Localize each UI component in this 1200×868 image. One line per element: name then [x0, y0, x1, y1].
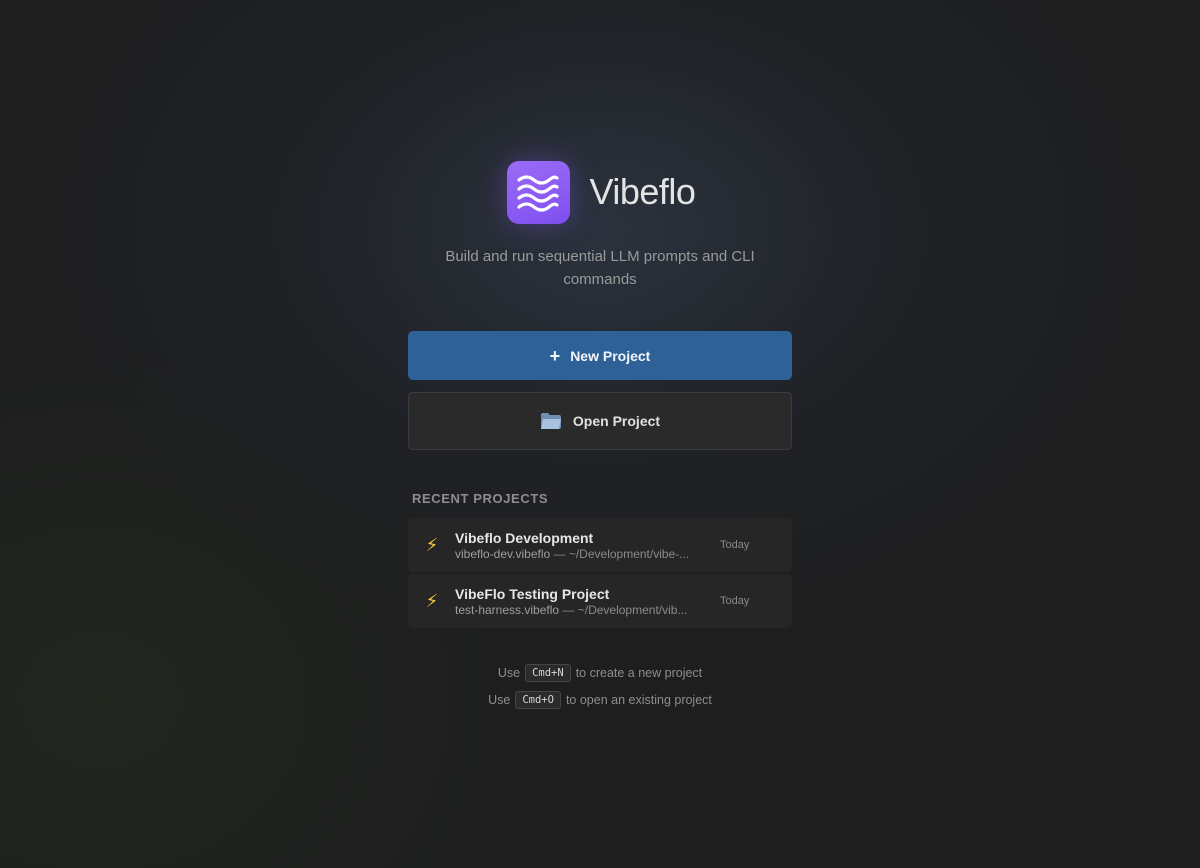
plus-icon: +: [549, 345, 561, 366]
lightning-icon: ⚡: [425, 590, 439, 611]
hint-new-project: Use Cmd+N to create a new project: [497, 663, 703, 682]
recent-projects-heading: RECENT PROJECTS: [412, 491, 549, 506]
project-dir: — ~/Development/vibe-...: [550, 546, 690, 561]
app-tagline: Build and run sequential LLM prompts and…: [445, 248, 755, 288]
new-project-button[interactable]: + New Project: [408, 331, 792, 380]
new-project-label: New Project: [570, 347, 651, 364]
open-project-button[interactable]: Open Project: [408, 392, 792, 450]
recent-project-item[interactable]: ⚡ Vibeflo Development vibeflo-dev.vibefl…: [408, 518, 792, 572]
keyboard-hints: Use Cmd+N to create a new project Use Cm…: [408, 659, 792, 713]
project-file: vibeflo-dev.vibeflo: [455, 546, 551, 561]
shortcut-key: Cmd+N: [525, 663, 571, 682]
welcome-panel: Vibeflo Build and run sequential LLM pro…: [408, 160, 792, 713]
app-logo: [506, 160, 570, 224]
folder-icon: [540, 412, 562, 430]
recent-project-item[interactable]: ⚡ VibeFlo Testing Project test-harness.v…: [408, 574, 792, 628]
project-name: VibeFlo Testing Project: [455, 585, 610, 602]
project-file: test-harness.vibeflo: [455, 602, 560, 617]
project-name: Vibeflo Development: [455, 529, 594, 546]
brand-header: Vibeflo: [410, 160, 792, 224]
recent-projects-list: ⚡ Vibeflo Development vibeflo-dev.vibefl…: [408, 518, 792, 628]
lightning-icon: ⚡: [425, 534, 439, 555]
project-dir: — ~/Development/vib...: [559, 602, 688, 617]
waves-icon: [517, 175, 559, 212]
project-date: Today: [720, 539, 750, 551]
app-name: Vibeflo: [589, 171, 696, 212]
open-project-label: Open Project: [572, 413, 661, 429]
project-path: vibeflo-dev.vibeflo — ~/Development/vibe…: [455, 547, 705, 561]
project-date: Today: [720, 595, 750, 607]
hint-open-project: Use Cmd+O to open an existing project: [488, 690, 712, 709]
project-path: test-harness.vibeflo — ~/Development/vib…: [455, 603, 705, 617]
shortcut-key: Cmd+O: [515, 690, 561, 709]
